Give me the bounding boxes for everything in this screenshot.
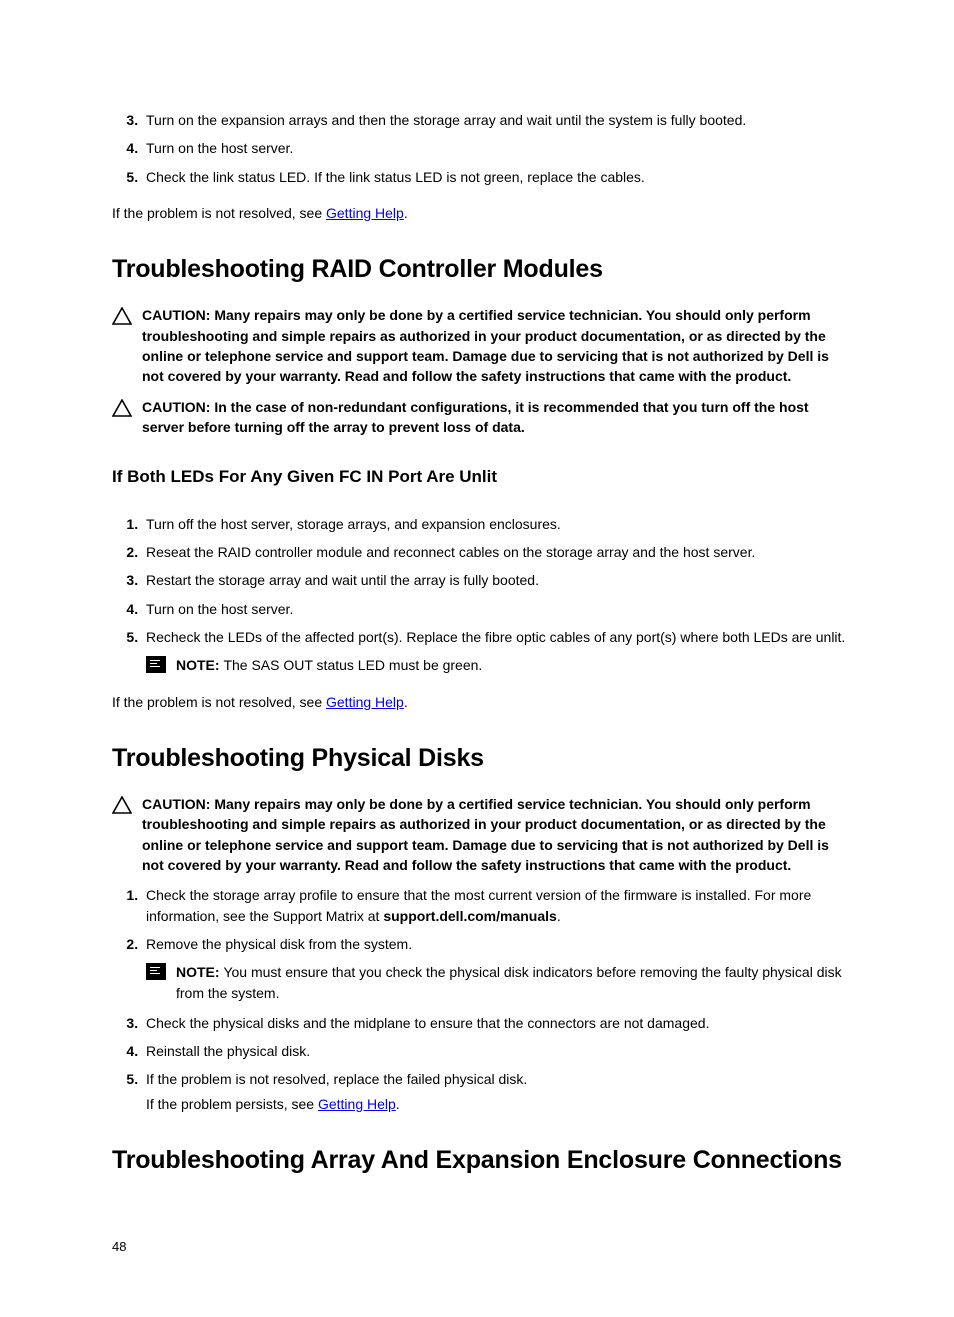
paragraph-resolve-b: If the problem is not resolved, see Gett…: [112, 692, 854, 712]
list-item: Check the link status LED. If the link s…: [142, 167, 854, 187]
caution-icon: [112, 307, 132, 330]
list-item-text: Restart the storage array and wait until…: [146, 572, 539, 588]
list-item: Reseat the RAID controller module and re…: [142, 542, 854, 562]
list-item: Check the physical disks and the midplan…: [142, 1013, 854, 1033]
list-item-text: Check the link status LED. If the link s…: [146, 169, 645, 185]
list-item-subline: If the problem persists, see Getting Hel…: [146, 1094, 854, 1114]
heading-array: Troubleshooting Array And Expansion Encl…: [112, 1142, 854, 1178]
link-getting-help[interactable]: Getting Help: [326, 694, 404, 710]
page-number: 48: [112, 1238, 854, 1257]
heading-leds: If Both LEDs For Any Given FC IN Port Ar…: [112, 465, 854, 490]
list-item: Remove the physical disk from the system…: [142, 934, 854, 1003]
heading-disks: Troubleshooting Physical Disks: [112, 740, 854, 776]
caution-text: CAUTION: In the case of non-redundant co…: [142, 397, 854, 438]
ordered-list-top: Turn on the expansion arrays and then th…: [112, 110, 854, 187]
link-getting-help[interactable]: Getting Help: [318, 1096, 396, 1112]
list-item: Recheck the LEDs of the affected port(s)…: [142, 627, 854, 676]
ordered-list-raid: Turn off the host server, storage arrays…: [112, 514, 854, 676]
note-block: NOTE: You must ensure that you check the…: [146, 962, 854, 1003]
note-text: NOTE: You must ensure that you check the…: [176, 962, 854, 1003]
list-item-text: Remove the physical disk from the system…: [146, 936, 412, 952]
list-item-text: Turn on the host server.: [146, 601, 293, 617]
caution-block: CAUTION: Many repairs may only be done b…: [112, 794, 854, 875]
note-icon: [146, 963, 166, 980]
caution-text: CAUTION: Many repairs may only be done b…: [142, 794, 854, 875]
list-item-text: Turn on the expansion arrays and then th…: [146, 112, 746, 128]
list-item-text: Check the physical disks and the midplan…: [146, 1015, 709, 1031]
list-item: Check the storage array profile to ensur…: [142, 885, 854, 926]
list-item: Restart the storage array and wait until…: [142, 570, 854, 590]
note-icon: [146, 656, 166, 673]
caution-text: CAUTION: Many repairs may only be done b…: [142, 305, 854, 386]
list-item-text: Recheck the LEDs of the affected port(s)…: [146, 629, 845, 645]
ordered-list-disks: Check the storage array profile to ensur…: [112, 885, 854, 1114]
list-item: Turn on the host server.: [142, 138, 854, 158]
caution-block: CAUTION: Many repairs may only be done b…: [112, 305, 854, 386]
note-block: NOTE: The SAS OUT status LED must be gre…: [146, 655, 854, 675]
list-item-text: Turn on the host server.: [146, 140, 293, 156]
paragraph-resolve-a: If the problem is not resolved, see Gett…: [112, 203, 854, 223]
list-item-text: Reseat the RAID controller module and re…: [146, 544, 755, 560]
list-item: If the problem is not resolved, replace …: [142, 1069, 854, 1114]
note-text: NOTE: The SAS OUT status LED must be gre…: [176, 655, 854, 675]
caution-icon: [112, 399, 132, 422]
list-item: Turn on the expansion arrays and then th…: [142, 110, 854, 130]
caution-block: CAUTION: In the case of non-redundant co…: [112, 397, 854, 438]
list-item: Turn off the host server, storage arrays…: [142, 514, 854, 534]
list-item-text: Turn off the host server, storage arrays…: [146, 516, 561, 532]
heading-raid: Troubleshooting RAID Controller Modules: [112, 251, 854, 287]
link-getting-help[interactable]: Getting Help: [326, 205, 404, 221]
list-item: Reinstall the physical disk.: [142, 1041, 854, 1061]
list-item-text: If the problem is not resolved, replace …: [146, 1071, 527, 1087]
caution-icon: [112, 796, 132, 819]
list-item: Turn on the host server.: [142, 599, 854, 619]
list-item-text: Reinstall the physical disk.: [146, 1043, 310, 1059]
